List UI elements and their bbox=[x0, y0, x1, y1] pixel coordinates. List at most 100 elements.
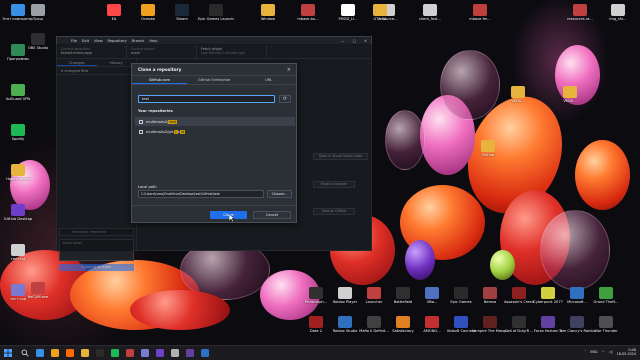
menu-branch[interactable]: Branch bbox=[132, 39, 145, 43]
taskbar-app-icon[interactable] bbox=[51, 349, 59, 357]
app-icon bbox=[570, 316, 584, 328]
tray-chevron-icon[interactable]: ˄ bbox=[585, 350, 587, 354]
desktop-icon[interactable]: OBS Studio bbox=[20, 33, 56, 50]
desktop-icon[interactable]: Трэш bbox=[20, 4, 56, 21]
menu-edit[interactable]: Edit bbox=[82, 39, 89, 43]
desktop-icon-label: OBS Studio bbox=[27, 46, 49, 50]
desktop-icon[interactable]: client_fast... bbox=[412, 4, 448, 21]
app-icon bbox=[396, 287, 410, 299]
taskbar-app-icon[interactable] bbox=[81, 349, 89, 357]
your-repositories-heading: Your repositories bbox=[138, 109, 173, 113]
app-icon bbox=[31, 282, 45, 294]
desktop-icon[interactable]: mbase-fm... bbox=[462, 4, 498, 21]
desktop-icon[interactable]: Grand Theft... bbox=[588, 287, 624, 304]
desktop-icon[interactable]: AdGuard VPN bbox=[0, 84, 36, 101]
desktop-icon[interactable]: ReCUM.exe bbox=[20, 282, 56, 299]
taskbar-app-icon[interactable] bbox=[111, 349, 119, 357]
cancel-button[interactable]: Cancel bbox=[253, 211, 291, 219]
taskbar-app-icon[interactable] bbox=[96, 349, 104, 357]
desktop-icon[interactable]: Epic Games Launcher bbox=[198, 4, 234, 21]
refresh-icon[interactable]: ⟳ bbox=[279, 95, 291, 103]
desktop-icon[interactable]: Steam bbox=[164, 4, 200, 21]
desktop-icon[interactable]: FMOD_LI... bbox=[330, 4, 366, 21]
desktop-icon-label: Epic Games Launcher bbox=[198, 17, 234, 21]
desktop-icon-label: VKDS... bbox=[511, 99, 525, 103]
repository-filter-input[interactable]: test bbox=[138, 95, 275, 103]
desktop-icon[interactable]: тест.txt bbox=[0, 244, 36, 261]
desktop-icon[interactable]: GitHub bbox=[470, 140, 506, 157]
app-icon bbox=[373, 4, 387, 16]
desktop-icon[interactable]: VKDS... bbox=[552, 86, 588, 103]
taskbar-app-icon[interactable] bbox=[186, 349, 194, 357]
desktop-icon[interactable]: resources.ra... bbox=[562, 4, 598, 21]
desktop-icon[interactable]: Window bbox=[250, 4, 286, 21]
app-icon bbox=[367, 316, 381, 328]
repo-owner: multimaks2/ bbox=[146, 119, 169, 124]
choose-button[interactable]: Choose... bbox=[267, 190, 292, 198]
tab-github-com[interactable]: GitHub.com bbox=[132, 76, 187, 84]
desktop-icon[interactable]: GTA SA bbox=[362, 4, 398, 21]
menu-view[interactable]: View bbox=[94, 39, 103, 43]
clock[interactable]: 0:48 18.05.2024 bbox=[617, 348, 636, 356]
volume-icon[interactable]: ◁) bbox=[609, 350, 613, 354]
wallpaper-blob bbox=[490, 250, 515, 280]
desktop-icon-label: Новая папка bbox=[6, 177, 30, 181]
desktop-icon[interactable]: VKDS... bbox=[500, 86, 536, 103]
wifi-icon[interactable]: ◠ bbox=[602, 350, 605, 354]
app-icon bbox=[599, 287, 613, 299]
system-tray: ˄ ENG ◠ ◁) 0:48 18.05.2024 bbox=[585, 348, 636, 356]
app-icon bbox=[338, 287, 352, 299]
taskbar-app-icon[interactable] bbox=[66, 349, 74, 357]
app-icon bbox=[481, 140, 495, 152]
menu-repository[interactable]: Repository bbox=[108, 39, 127, 43]
desktop-icon[interactable]: EA bbox=[96, 4, 132, 21]
desktop-icon-label: mbase-fm... bbox=[469, 17, 491, 21]
taskbar-app-icon[interactable] bbox=[141, 349, 149, 357]
commit-button[interactable]: Commit to main bbox=[59, 264, 134, 271]
minimize-icon[interactable]: — bbox=[341, 39, 345, 43]
close-window-icon[interactable]: ✕ bbox=[364, 39, 367, 43]
app-icon bbox=[512, 316, 526, 328]
menu-help[interactable]: Help bbox=[149, 39, 157, 43]
taskbar-app-icon[interactable] bbox=[36, 349, 44, 357]
desktop-icon-label: EA bbox=[111, 17, 117, 21]
desktop-icon-label: Grand Theft... bbox=[593, 300, 619, 304]
language-indicator[interactable]: ENG bbox=[590, 350, 597, 354]
taskbar-app-icon[interactable] bbox=[171, 349, 179, 357]
wallpaper-blob bbox=[405, 240, 435, 280]
dialog-title: Clone a repository bbox=[132, 64, 296, 76]
desktop-icon-label: resources.ra... bbox=[567, 17, 593, 21]
desktop-icon[interactable]: mbase-bu... bbox=[290, 4, 326, 21]
start-icon[interactable] bbox=[4, 349, 12, 357]
wallpaper-blob bbox=[385, 110, 425, 170]
desktop-icon[interactable]: Spotify bbox=[0, 124, 36, 141]
desktop-icon[interactable]: Новая папка bbox=[0, 164, 36, 181]
desktop-icon-label: VKDS... bbox=[563, 99, 577, 103]
app-icon bbox=[107, 4, 121, 16]
app-icon bbox=[396, 316, 410, 328]
maximize-icon[interactable]: □ bbox=[353, 39, 356, 43]
taskbar-app-icon[interactable] bbox=[201, 349, 209, 357]
menu-file[interactable]: File bbox=[71, 39, 77, 43]
desktop-icon[interactable]: GitHub Desktop bbox=[0, 204, 36, 221]
desktop-icon[interactable]: War Thunder bbox=[588, 316, 624, 333]
desktop-icon-label: FMOD_LI... bbox=[338, 17, 358, 21]
tab-url[interactable]: URL bbox=[241, 76, 296, 84]
taskbar-app-icon[interactable] bbox=[156, 349, 164, 357]
app-icon bbox=[425, 287, 439, 299]
tab-github-enterprise[interactable]: GitHub Enterprise bbox=[187, 76, 242, 84]
search-icon[interactable] bbox=[21, 349, 29, 357]
repository-list-item[interactable]: multimaks2/git-test bbox=[135, 127, 295, 136]
close-icon[interactable]: × bbox=[287, 64, 291, 76]
clock-date: 18.05.2024 bbox=[616, 352, 636, 357]
app-icon bbox=[483, 287, 497, 299]
desktop-icon-label: Программы bbox=[7, 57, 29, 61]
local-path-input[interactable]: C:\Users\isma\OneDrive\Desktop\test\GitH… bbox=[138, 190, 264, 198]
desktop-icon[interactable]: Основа bbox=[130, 4, 166, 21]
desktop-icon[interactable]: img_sfx... bbox=[600, 4, 636, 21]
app-icon bbox=[473, 4, 487, 16]
taskbar-app-icon[interactable] bbox=[126, 349, 134, 357]
app-icon bbox=[309, 316, 323, 328]
app-icon bbox=[341, 4, 355, 16]
repository-list-item[interactable]: multimaks2/test bbox=[135, 117, 295, 126]
